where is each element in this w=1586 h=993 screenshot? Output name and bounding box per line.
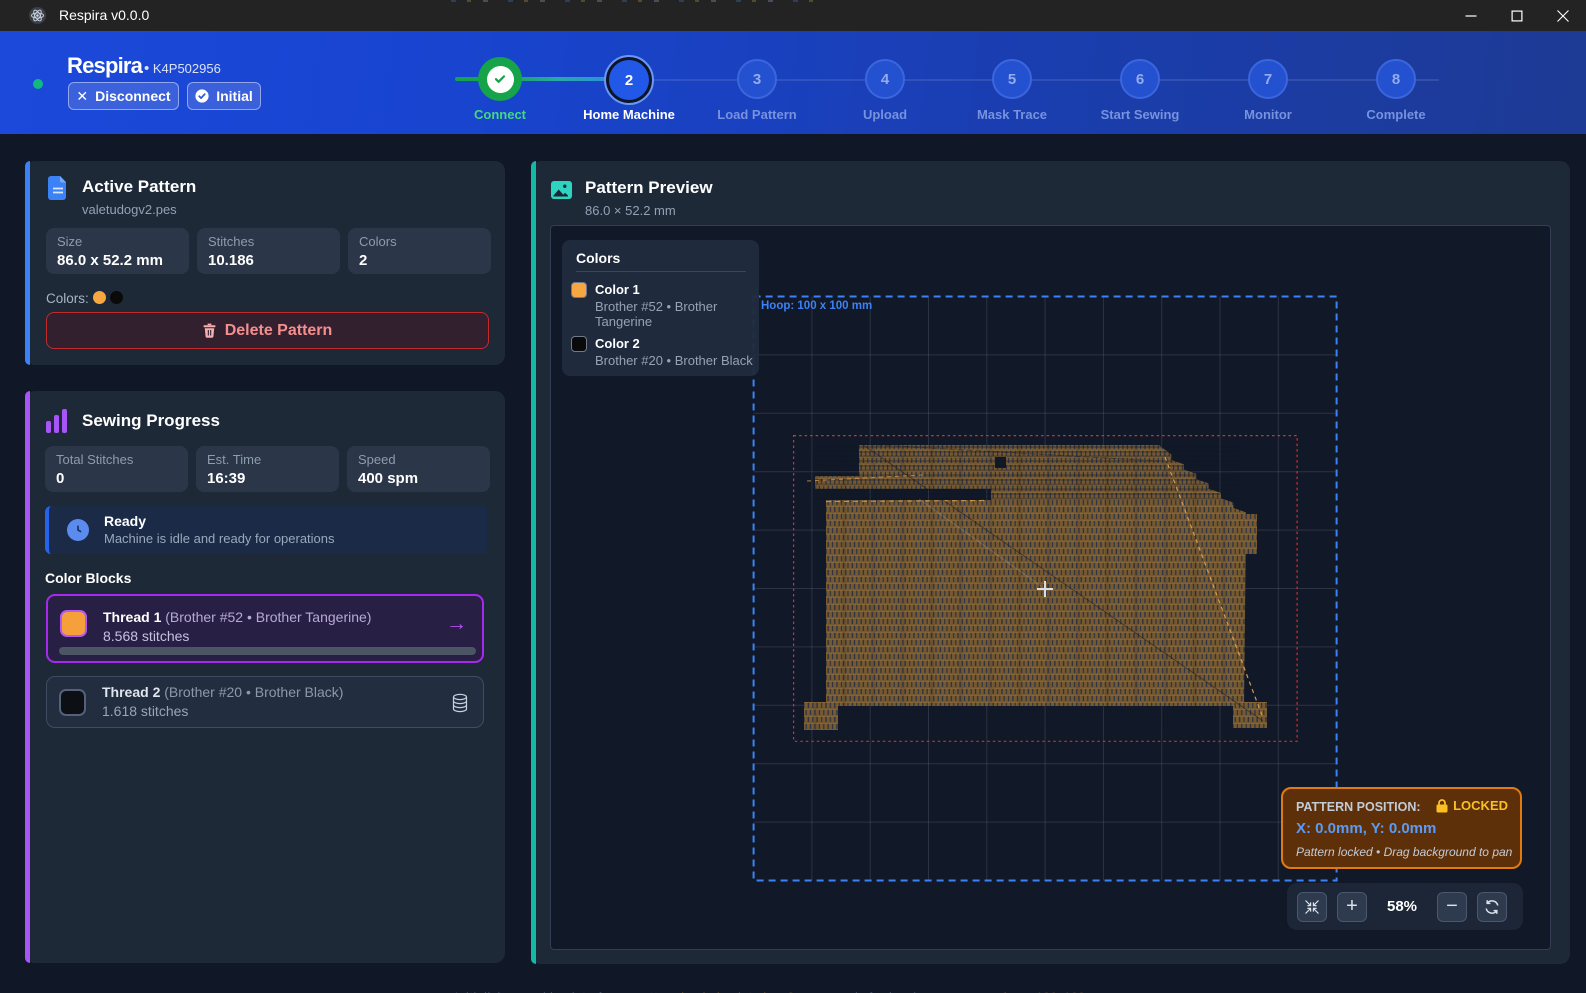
svg-text:Hoop: 100 x 100 mm: Hoop: 100 x 100 mm [761,300,872,312]
